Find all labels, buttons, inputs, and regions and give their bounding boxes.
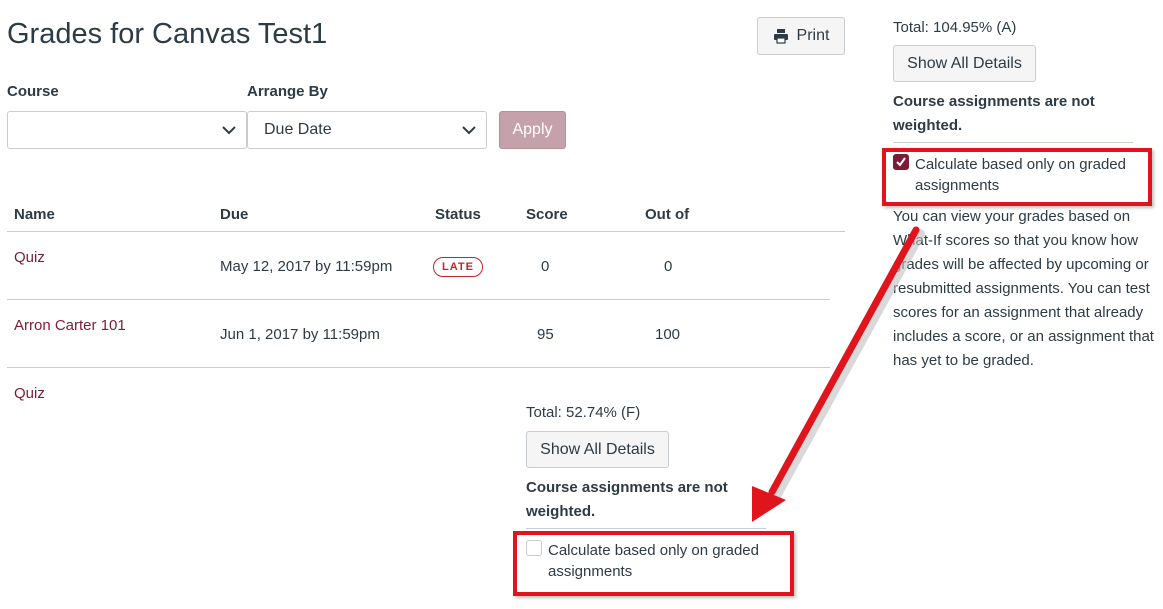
weighting-note: Course assignments are not weighted. xyxy=(526,479,728,520)
assignment-link[interactable]: Arron Carter 101 xyxy=(14,317,126,334)
what-if-description: You can view your grades based on What-I… xyxy=(893,208,1154,369)
score-value: 0 xyxy=(541,258,550,275)
assignment-link[interactable]: Quiz xyxy=(14,385,45,402)
sidebar-show-all-details-button[interactable]: Show All Details xyxy=(893,45,1036,82)
column-header-score[interactable]: Score xyxy=(526,206,568,223)
print-button[interactable]: Print xyxy=(757,17,845,55)
sidebar-total-grade: Total: 104.95% (A) xyxy=(893,19,1017,36)
annotation-highlight-box xyxy=(513,531,794,596)
score-value: 95 xyxy=(537,326,554,343)
row-divider xyxy=(7,299,830,300)
apply-button[interactable]: Apply xyxy=(499,111,566,149)
column-header-status[interactable]: Status xyxy=(435,206,481,223)
table-header-divider xyxy=(7,231,845,232)
printer-icon xyxy=(773,28,789,44)
out-of-value: 0 xyxy=(664,258,673,275)
assignment-link[interactable]: Quiz xyxy=(14,249,45,266)
course-select[interactable] xyxy=(7,111,247,149)
total-grade: Total: 52.74% (F) xyxy=(526,404,641,421)
chevron-down-icon xyxy=(222,126,236,135)
column-header-out-of[interactable]: Out of xyxy=(645,206,689,223)
due-date: May 12, 2017 by 11:59pm xyxy=(220,258,393,275)
panel-divider xyxy=(526,528,766,529)
page-title: Grades for Canvas Test1 xyxy=(7,18,328,50)
chevron-down-icon xyxy=(462,126,476,135)
late-status-badge: LATE xyxy=(433,257,483,277)
column-header-due[interactable]: Due xyxy=(220,206,248,223)
out-of-value: 100 xyxy=(655,326,681,343)
arrange-by-select[interactable]: Due Date xyxy=(247,111,487,149)
annotation-highlight-box xyxy=(882,148,1152,206)
show-all-details-button[interactable]: Show All Details xyxy=(526,431,669,468)
course-label: Course xyxy=(7,83,59,100)
sidebar-divider xyxy=(893,142,1133,143)
print-label: Print xyxy=(796,27,830,44)
arrange-by-value: Due Date xyxy=(264,121,332,138)
sidebar-weighting-note: Course assignments are not weighted. xyxy=(893,93,1095,134)
arrange-by-label: Arrange By xyxy=(247,83,328,100)
row-divider xyxy=(7,367,830,368)
column-header-name[interactable]: Name xyxy=(14,206,55,223)
due-date: Jun 1, 2017 by 11:59pm xyxy=(220,326,380,343)
